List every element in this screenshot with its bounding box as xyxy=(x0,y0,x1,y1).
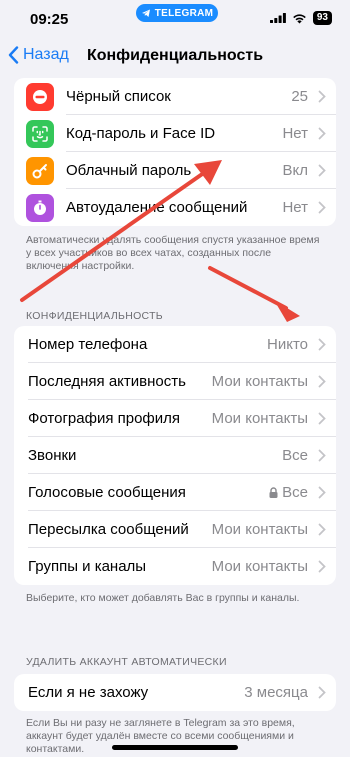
row-label: Номер телефона xyxy=(28,336,148,353)
row-label: Облачный пароль xyxy=(66,162,192,179)
telegram-pill[interactable]: TELEGRAM xyxy=(136,4,218,22)
row-value-locked: Все xyxy=(269,484,308,501)
row-label: Пересылка сообщений xyxy=(28,521,189,538)
lock-icon xyxy=(269,487,278,498)
privacy-group: Номер телефона Никто Последняя активност… xyxy=(14,326,336,585)
status-bar: 09:25 TELEGRAM 93 xyxy=(0,0,350,38)
chevron-right-icon xyxy=(318,486,326,499)
chevron-right-icon xyxy=(318,164,326,177)
signal-icon xyxy=(269,13,286,23)
row-label: Автоудаление сообщений xyxy=(66,199,248,216)
delete-section-header: УДАЛИТЬ АККАУНТ АВТОМАТИЧЕСКИ xyxy=(26,656,227,668)
row-label: Звонки xyxy=(28,447,77,464)
annotation-arrow-down xyxy=(208,266,300,322)
row-label: Чёрный список xyxy=(66,88,171,105)
timer-icon xyxy=(26,193,54,222)
privacy-section-header: КОНФИДЕНЦИАЛЬНОСТЬ xyxy=(26,310,163,322)
row-last-seen[interactable]: Последняя активность Мои контакты xyxy=(14,363,336,400)
row-value: Никто xyxy=(267,336,308,353)
chevron-right-icon xyxy=(318,90,326,103)
battery-indicator: 93 xyxy=(312,11,332,25)
row-label: Если я не захожу xyxy=(28,684,149,701)
block-icon xyxy=(26,82,54,111)
chevron-right-icon xyxy=(318,449,326,462)
key-icon xyxy=(26,156,54,185)
row-auto-delete[interactable]: Автоудаление сообщений Нет xyxy=(14,189,336,226)
row-forwarded-messages[interactable]: Пересылка сообщений Мои контакты xyxy=(14,511,336,548)
row-cloud-password[interactable]: Облачный пароль Вкл xyxy=(14,152,336,189)
row-value: 3 месяца xyxy=(244,684,308,701)
row-phone-number[interactable]: Номер телефона Никто xyxy=(14,326,336,363)
row-value: Все xyxy=(282,447,308,464)
row-groups-channels[interactable]: Группы и каналы Мои контакты xyxy=(14,548,336,585)
row-label: Группы и каналы xyxy=(28,558,147,575)
row-if-away-for[interactable]: Если я не захожу 3 месяца xyxy=(14,674,336,711)
chevron-right-icon xyxy=(318,201,326,214)
row-value: Нет xyxy=(282,199,308,216)
telegram-pill-label: TELEGRAM xyxy=(154,7,214,19)
row-value: Мои контакты xyxy=(211,558,308,575)
telegram-icon xyxy=(141,9,150,17)
row-passcode-faceid[interactable]: Код-пароль и Face ID Нет xyxy=(14,115,336,152)
home-indicator xyxy=(112,745,238,750)
row-profile-photo[interactable]: Фотография профиля Мои контакты xyxy=(14,400,336,437)
chevron-right-icon xyxy=(318,412,326,425)
row-blocked-users[interactable]: Чёрный список 25 xyxy=(14,78,336,115)
page-title: Конфиденциальность xyxy=(86,47,264,64)
status-indicators: 93 xyxy=(269,11,332,25)
chevron-right-icon xyxy=(318,560,326,573)
chevron-right-icon xyxy=(318,375,326,388)
row-value: Мои контакты xyxy=(211,410,308,427)
delete-footnote: Если Вы ни разу не заглянете в Telegram … xyxy=(26,717,295,755)
chevron-right-icon xyxy=(318,523,326,536)
row-value: 25 xyxy=(291,88,308,105)
row-value: Мои контакты xyxy=(211,373,308,390)
row-value: Мои контакты xyxy=(211,521,308,538)
row-value: Все xyxy=(282,484,308,501)
auto-delete-footnote: Автоматически удалять сообщения спустя у… xyxy=(26,234,320,272)
row-value: Вкл xyxy=(282,162,309,179)
row-label: Последняя активность xyxy=(28,373,186,390)
row-label: Голосовые сообщения xyxy=(28,484,186,501)
row-voice-messages[interactable]: Голосовые сообщения Все xyxy=(14,474,336,511)
navigation-bar: Назад Конфиденциальность xyxy=(0,38,350,76)
status-time: 09:25 xyxy=(30,11,69,28)
row-value: Нет xyxy=(282,125,308,142)
groups-footnote: Выберите, кто может добавлять Вас в груп… xyxy=(26,592,300,604)
delete-account-group: Если я не захожу 3 месяца xyxy=(14,674,336,711)
security-group: Чёрный список 25 Код-пароль и Face ID Не… xyxy=(14,78,336,226)
row-calls[interactable]: Звонки Все xyxy=(14,437,336,474)
wifi-icon xyxy=(293,13,306,23)
row-label: Фотография профиля xyxy=(28,410,181,427)
faceid-icon xyxy=(26,119,54,148)
chevron-right-icon xyxy=(318,127,326,140)
chevron-right-icon xyxy=(318,686,326,699)
chevron-right-icon xyxy=(318,338,326,351)
row-label: Код-пароль и Face ID xyxy=(66,125,216,142)
